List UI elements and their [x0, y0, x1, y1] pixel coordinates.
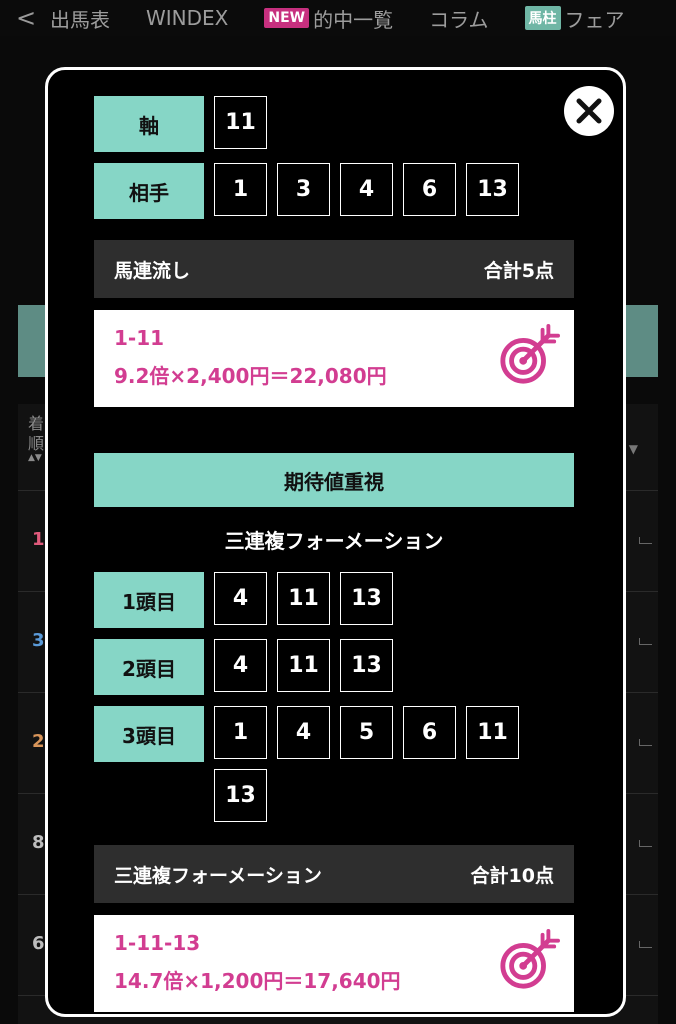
nav-item-label: WINDEX [146, 6, 229, 30]
corner-mark [639, 840, 652, 847]
nav-item-label: フェア [564, 7, 625, 32]
rank-value: 3 [32, 630, 45, 651]
nav-item-fair[interactable]: 馬柱 フェア [524, 4, 625, 33]
close-icon [576, 98, 602, 124]
bet-detail-modal: 軸 11 相手 1 3 4 6 13 馬連流し 合計5点 1-11 9.2倍×2… [45, 67, 626, 1017]
horse-number: 13 [466, 163, 519, 216]
formation-label: 1頭目 [94, 572, 204, 628]
horse-number: 11 [466, 706, 519, 759]
umabashira-badge: 馬柱 [524, 6, 561, 30]
horse-number: 4 [340, 163, 393, 216]
nav-item-shutsubahyo[interactable]: 出馬表 [50, 4, 110, 33]
horse-number: 4 [277, 706, 330, 759]
horse-number: 13 [340, 572, 393, 625]
horse-number: 1 [214, 163, 267, 216]
target-hit-icon [500, 324, 560, 384]
horse-number: 3 [277, 163, 330, 216]
payout-calculation: 9.2倍×2,400円＝22,080円 [114, 364, 387, 388]
payout-calculation: 14.7倍×1,200円＝17,640円 [114, 969, 401, 993]
hit-combination: 1-11-13 [114, 931, 201, 955]
top-navigation: < 出馬表 WINDEX NEW 的中一覧 コラム 馬柱 フェア [0, 0, 676, 36]
corner-mark [639, 638, 652, 645]
hit-result-box: 1-11-13 14.7倍×1,200円＝17,640円 [94, 915, 574, 1012]
formation-label: 3頭目 [94, 706, 204, 762]
nav-item-column[interactable]: コラム [429, 4, 488, 33]
formation-row-third-continued: 13 [214, 769, 277, 822]
horse-number: 13 [214, 769, 267, 822]
nav-item-label: 出馬表 [50, 7, 110, 32]
axis-row: 軸 11 [94, 96, 277, 152]
nav-item-label: 的中一覧 [313, 7, 394, 32]
rank-value: 1 [32, 529, 45, 550]
bet-total-label: 合計5点 [483, 259, 554, 282]
strategy-title-bar: 期待値重視 [94, 453, 574, 507]
formation-row-second: 2頭目 4 11 13 [94, 639, 403, 695]
partner-row: 相手 1 3 4 6 13 [94, 163, 529, 219]
corner-mark [639, 537, 652, 544]
horse-number: 6 [403, 163, 456, 216]
bet-total-label: 合計10点 [470, 864, 554, 887]
bet-type-bar: 三連複フォーメーション 合計10点 [94, 845, 574, 903]
hit-result-box: 1-11 9.2倍×2,400円＝22,080円 [94, 310, 574, 407]
axis-label: 軸 [94, 96, 204, 152]
chevron-down-icon[interactable]: ▼ [629, 442, 638, 456]
rank-value: 8 [32, 832, 45, 853]
horse-number: 5 [340, 706, 393, 759]
horse-number: 4 [214, 639, 267, 692]
horse-number: 13 [340, 639, 393, 692]
formation-title: 三連複フォーメーション [224, 529, 444, 553]
horse-number: 1 [214, 706, 267, 759]
rank-value: 6 [32, 933, 45, 954]
bet-type-label: 馬連流し [114, 259, 191, 282]
target-hit-icon [500, 929, 560, 989]
formation-row-third: 3頭目 1 4 5 6 11 [94, 706, 529, 762]
partner-label: 相手 [94, 163, 204, 219]
bet-type-label: 三連複フォーメーション [114, 864, 322, 887]
close-button[interactable] [564, 86, 614, 136]
bet-type-bar: 馬連流し 合計5点 [94, 240, 574, 298]
hit-combination: 1-11 [114, 326, 165, 350]
back-icon[interactable]: < [16, 4, 50, 32]
horse-number: 6 [403, 706, 456, 759]
horse-number: 11 [277, 572, 330, 625]
formation-row-first: 1頭目 4 11 13 [94, 572, 403, 628]
nav-item-hit-list[interactable]: NEW 的中一覧 [264, 4, 393, 33]
formation-label: 2頭目 [94, 639, 204, 695]
horse-number: 11 [277, 639, 330, 692]
new-badge: NEW [264, 8, 310, 28]
horse-number: 11 [214, 96, 267, 149]
nav-item-label: コラム [429, 7, 489, 32]
horse-number: 4 [214, 572, 267, 625]
rank-value: 2 [32, 731, 45, 752]
corner-mark [639, 739, 652, 746]
nav-item-windex[interactable]: WINDEX [146, 6, 228, 30]
corner-mark [639, 941, 652, 948]
